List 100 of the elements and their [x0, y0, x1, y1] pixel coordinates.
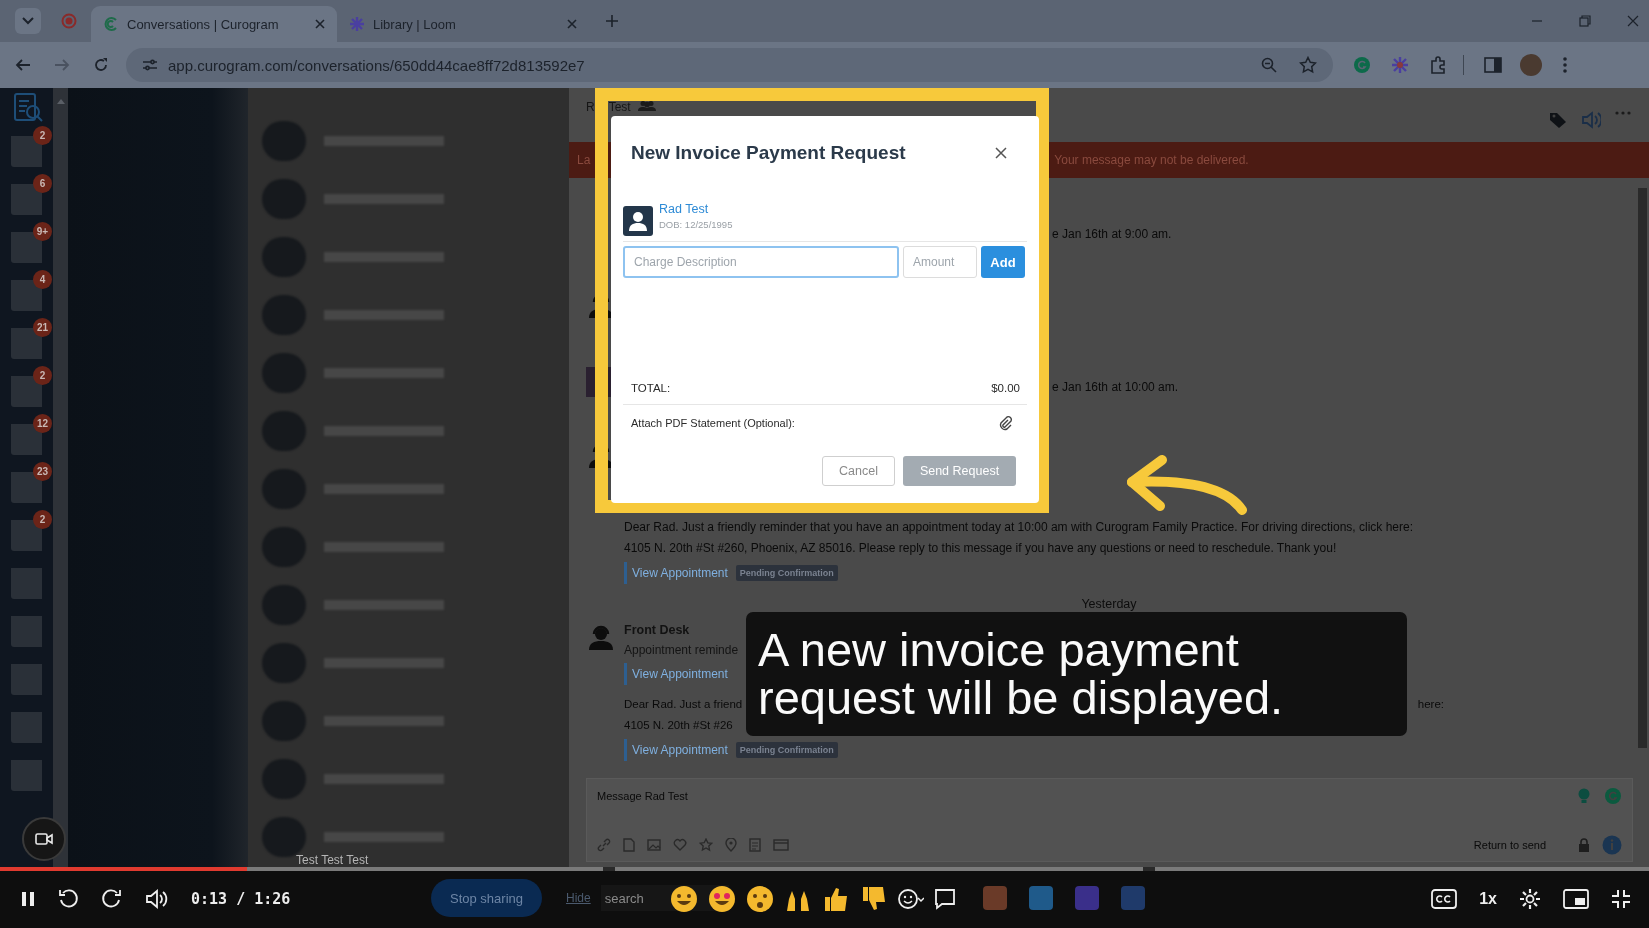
taskbar-app-icon[interactable]: [1075, 886, 1099, 910]
view-appointment-link[interactable]: View Appointment: [632, 667, 728, 681]
paperclip-icon[interactable]: [998, 415, 1014, 431]
info-icon[interactable]: [1602, 835, 1622, 855]
playback-speed[interactable]: 1x: [1479, 890, 1497, 908]
amount-field[interactable]: Amount: [903, 246, 977, 278]
location-pin-icon[interactable]: [725, 838, 737, 852]
laughing-emoji-icon[interactable]: [670, 885, 699, 913]
message-composer[interactable]: Message Rad Test Return to send: [586, 778, 1633, 862]
app-icon[interactable]: 2: [11, 366, 52, 407]
picture-in-picture-icon[interactable]: [1563, 889, 1589, 909]
profile-avatar[interactable]: [1520, 54, 1542, 76]
status-badge: Pending Confirmation: [735, 742, 838, 758]
list-document-icon[interactable]: [749, 838, 761, 852]
progress-track[interactable]: [0, 867, 1649, 871]
banner-text: Your message may not be delivered.: [1054, 153, 1249, 167]
bookmark-star-icon[interactable]: [1299, 56, 1317, 74]
add-button[interactable]: Add: [981, 246, 1025, 278]
zoom-icon[interactable]: [1261, 57, 1277, 73]
blurred-avatar: [262, 121, 306, 161]
scrollbar[interactable]: [1638, 188, 1647, 748]
message-text: Dear Rad. Just a friend: [624, 697, 743, 712]
forward-arrow-icon[interactable]: [54, 57, 70, 73]
new-tab-icon[interactable]: [605, 14, 619, 28]
starburst-icon: [349, 16, 365, 32]
cancel-button[interactable]: Cancel: [822, 456, 895, 486]
extension-icon[interactable]: [1353, 56, 1371, 74]
taskbar-app-icon[interactable]: [983, 886, 1007, 910]
puzzle-icon[interactable]: [1429, 56, 1447, 74]
scroll-up-arrow-icon[interactable]: [56, 98, 65, 104]
modal-title: New Invoice Payment Request: [631, 142, 906, 164]
app-icon[interactable]: 23: [11, 462, 52, 503]
site-settings-icon[interactable]: [142, 58, 158, 72]
app-icon[interactable]: 4: [11, 270, 52, 311]
record-icon[interactable]: [61, 13, 77, 29]
stop-sharing-button[interactable]: Stop sharing: [431, 879, 542, 917]
close-icon[interactable]: [995, 147, 1007, 159]
heart-eyes-emoji-icon[interactable]: [708, 885, 737, 913]
message-text: here:: [1417, 697, 1444, 712]
total-amount: $0.00: [991, 382, 1020, 394]
unread-count-badge: 2: [33, 126, 52, 145]
surprised-emoji-icon[interactable]: [746, 885, 775, 913]
view-appointment-link[interactable]: View Appointment: [632, 566, 728, 580]
app-icon[interactable]: 9+: [11, 222, 52, 263]
app-icon[interactable]: 2: [11, 510, 52, 551]
image-icon[interactable]: [647, 838, 661, 852]
star-icon[interactable]: [699, 838, 713, 852]
restore-icon[interactable]: [1579, 15, 1591, 27]
conversation-name[interactable]: Test Test Test: [296, 853, 369, 867]
caret-icon: [22, 17, 34, 25]
taskbar-app-icon[interactable]: [1121, 886, 1145, 910]
fast-forward-icon[interactable]: [101, 888, 123, 910]
unread-count-badge: 21: [33, 318, 52, 337]
link-icon[interactable]: [597, 838, 611, 852]
message-placeholder: Message Rad Test: [597, 790, 688, 802]
unread-count-badge: 6: [33, 174, 52, 193]
lock-icon[interactable]: [1578, 837, 1590, 853]
view-appointment-link[interactable]: View Appointment: [632, 743, 728, 757]
captions-icon[interactable]: [1431, 889, 1458, 909]
patient-avatar-icon: [623, 206, 653, 236]
browser-tab[interactable]: Library | Loom: [337, 6, 589, 42]
volume-icon[interactable]: [145, 889, 169, 909]
more-icon[interactable]: [1615, 111, 1631, 115]
settings-icon[interactable]: [1519, 888, 1541, 910]
comment-icon[interactable]: [934, 888, 957, 910]
exit-fullscreen-icon[interactable]: [1611, 889, 1631, 909]
menu-icon[interactable]: [1562, 56, 1568, 74]
heart-icon[interactable]: [673, 838, 687, 852]
send-hint: Return to send: [1473, 839, 1546, 851]
document-icon[interactable]: [623, 838, 635, 852]
reload-icon[interactable]: [93, 57, 109, 73]
app-icon[interactable]: 6: [11, 174, 52, 215]
sender-name: Front Desk: [624, 622, 691, 639]
side-panel-icon[interactable]: [1484, 57, 1502, 73]
extension-icon[interactable]: [1604, 787, 1622, 805]
app-icon[interactable]: 21: [11, 318, 52, 359]
group-icon: [637, 100, 656, 112]
app-icon[interactable]: 2: [11, 126, 52, 167]
add-reaction-icon[interactable]: [898, 888, 925, 910]
card-icon[interactable]: [773, 839, 789, 851]
hide-link[interactable]: Hide: [566, 891, 591, 905]
app-icon[interactable]: 12: [11, 414, 52, 455]
blurred-avatar: [262, 237, 306, 277]
rewind-icon[interactable]: [57, 888, 79, 910]
taskbar-app-icon[interactable]: [1029, 886, 1053, 910]
address-bar[interactable]: app.curogram.com/conversations/650dd44cae8ff72d813592e7: [126, 48, 1333, 82]
close-icon[interactable]: [315, 19, 325, 29]
pause-icon[interactable]: [21, 891, 35, 907]
tag-icon[interactable]: [1549, 111, 1567, 129]
back-arrow-icon[interactable]: [15, 57, 31, 73]
caption-text: A new invoice payment request will be displayed.: [746, 612, 1407, 736]
tab-search-button[interactable]: [15, 8, 41, 34]
blurred-avatar: [262, 817, 306, 857]
patient-name-link[interactable]: Rad Test: [659, 202, 733, 217]
speaker-icon[interactable]: [1581, 111, 1601, 129]
charge-description-field[interactable]: Charge Description: [623, 246, 899, 278]
browser-tab[interactable]: Conversations | Curogram: [91, 6, 337, 42]
lightbulb-icon[interactable]: [1576, 787, 1592, 805]
patient-dob: DOB: 12/25/1995: [659, 219, 733, 230]
extension-icon[interactable]: [1391, 56, 1409, 74]
